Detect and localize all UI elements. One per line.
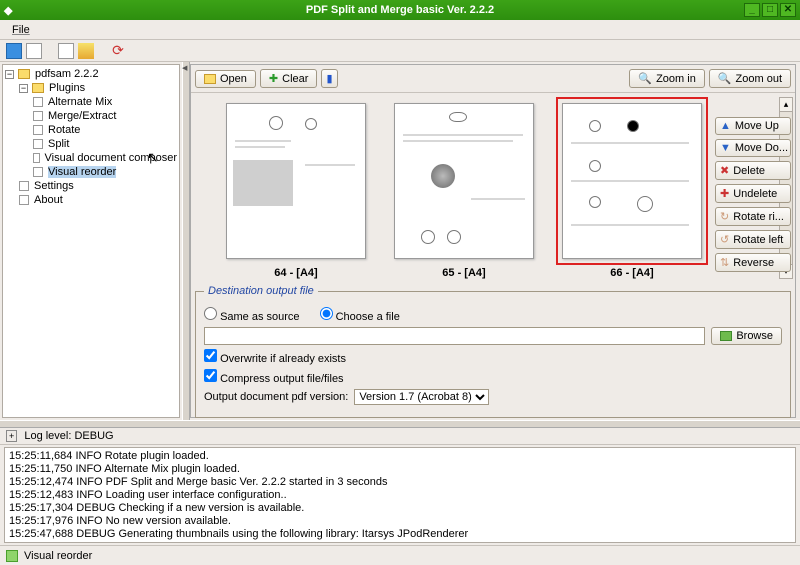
page-icon — [33, 111, 43, 121]
destination-legend: Destination output file — [204, 285, 318, 297]
statusbar: Visual reorder — [0, 545, 800, 565]
zoom-out-button[interactable]: 🔍Zoom out — [709, 69, 791, 88]
folder-icon — [32, 83, 44, 93]
zoom-in-icon: 🔍 — [638, 72, 652, 85]
tree-root[interactable]: −pdfsam 2.2.2 — [5, 67, 177, 81]
log-line: 15:25:17,304 DEBUG Checking if a new ver… — [9, 502, 791, 515]
reorder-actions: ▲Move Up ▼Move Do... ✖Delete ✚Undelete ↻… — [715, 117, 791, 272]
close-button[interactable]: ✕ — [780, 3, 796, 17]
log-level-bar: + Log level: DEBUG — [0, 428, 800, 445]
thumb-label: 66 - [A4] — [610, 267, 653, 279]
tree-root-label: pdfsam 2.2.2 — [35, 68, 99, 80]
zoom-out-icon: 🔍 — [718, 72, 732, 85]
page-icon — [19, 195, 29, 205]
folder-icon — [720, 331, 732, 341]
delete-button[interactable]: ✖Delete — [715, 161, 791, 180]
pdf-version-label: Output document pdf version: — [204, 391, 348, 403]
folder-open-icon — [204, 74, 216, 84]
status-text: Visual reorder — [24, 550, 92, 562]
log-line: 15:25:11,750 INFO Alternate Mix plugin l… — [9, 463, 791, 476]
scroll-up-icon[interactable]: ▴ — [780, 98, 792, 112]
log-level-label: Log level: DEBUG — [24, 430, 113, 442]
tree-item-split[interactable]: Split — [5, 137, 177, 151]
move-up-button[interactable]: ▲Move Up — [715, 117, 791, 135]
tree-about[interactable]: About — [5, 193, 177, 207]
expand-icon[interactable]: + — [6, 430, 17, 442]
tree-item-visual-composer[interactable]: Visual document composer — [5, 151, 177, 165]
thumb-label: 65 - [A4] — [442, 267, 485, 279]
delete-icon: ✖ — [720, 164, 729, 177]
undelete-icon: ✚ — [720, 187, 729, 200]
rotate-right-icon: ↻ — [720, 210, 729, 223]
choose-file-radio[interactable]: Choose a file — [320, 307, 400, 323]
thumb-64[interactable]: 64 - [A4] — [219, 103, 373, 279]
tree-item-merge-extract[interactable]: Merge/Extract — [5, 109, 177, 123]
thumb-65[interactable]: 65 - [A4] — [387, 103, 541, 279]
page-icon — [33, 167, 43, 177]
pdf-version-select[interactable]: Version 1.7 (Acrobat 8) — [354, 389, 489, 405]
tree-item-alternate-mix[interactable]: Alternate Mix — [5, 95, 177, 109]
page-icon — [33, 97, 43, 107]
tree-settings[interactable]: Settings — [5, 179, 177, 193]
page-icon — [33, 139, 43, 149]
exit-icon[interactable]: ⟳ — [110, 43, 126, 59]
rotate-left-icon: ↺ — [720, 233, 729, 246]
log-line: 15:26:22,208 DEBUG Thumbnails generated … — [9, 541, 791, 543]
page-icon — [33, 125, 43, 135]
arrow-up-icon: ▲ — [720, 120, 731, 132]
tree-item-visual-reorder[interactable]: Visual reorder — [5, 165, 177, 179]
viewer-button[interactable]: ▮ — [321, 69, 337, 88]
page-icon — [33, 153, 40, 163]
rotate-right-button[interactable]: ↻Rotate ri... — [715, 207, 791, 226]
log-line: 15:25:12,483 INFO Loading user interface… — [9, 489, 791, 502]
titlebar: ◆ PDF Split and Merge basic Ver. 2.2.2 _… — [0, 0, 800, 20]
tree-item-rotate[interactable]: Rotate — [5, 123, 177, 137]
reverse-icon: ⇅ — [720, 256, 729, 269]
toolbar: ⟳ — [0, 40, 800, 62]
thumb-toolbar: Open ✚Clear ▮ 🔍Zoom in 🔍Zoom out — [191, 65, 795, 93]
arrow-down-icon: ▼ — [720, 142, 731, 154]
save-icon[interactable] — [6, 43, 22, 59]
minimize-button[interactable]: _ — [744, 3, 760, 17]
destination-path-input[interactable] — [204, 327, 705, 345]
log-line: 15:25:12,474 INFO PDF Split and Merge ba… — [9, 476, 791, 489]
status-icon — [6, 550, 18, 562]
clear-icon[interactable] — [78, 43, 94, 59]
page-icon — [19, 181, 29, 191]
book-icon: ▮ — [326, 72, 332, 85]
horizontal-splitter[interactable] — [0, 420, 800, 428]
log-line: 15:25:47,688 DEBUG Generating thumbnails… — [9, 528, 791, 541]
log-line: 15:25:11,684 INFO Rotate plugin loaded. — [9, 450, 791, 463]
thumb-label: 64 - [A4] — [274, 267, 317, 279]
maximize-button[interactable]: □ — [762, 3, 778, 17]
doc-icon[interactable] — [58, 43, 74, 59]
rotate-left-button[interactable]: ↺Rotate left — [715, 230, 791, 249]
save-log-icon[interactable] — [26, 43, 42, 59]
clear-button[interactable]: ✚Clear — [260, 69, 318, 88]
move-down-button[interactable]: ▼Move Do... — [715, 139, 791, 157]
reverse-button[interactable]: ⇅Reverse — [715, 253, 791, 272]
tree-plugins-label: Plugins — [49, 82, 85, 94]
same-source-radio[interactable]: Same as source — [204, 307, 300, 323]
compress-checkbox[interactable]: Compress output file/files — [204, 369, 344, 385]
tree-plugins[interactable]: −Plugins — [5, 81, 177, 95]
zoom-in-button[interactable]: 🔍Zoom in — [629, 69, 704, 88]
undelete-button[interactable]: ✚Undelete — [715, 184, 791, 203]
vertical-splitter[interactable] — [182, 62, 190, 420]
open-button[interactable]: Open — [195, 70, 256, 88]
sidebar-tree[interactable]: −pdfsam 2.2.2 −Plugins Alternate Mix Mer… — [2, 64, 180, 418]
app-icon: ◆ — [4, 4, 12, 17]
menu-file[interactable]: File — [6, 22, 36, 38]
broom-icon: ✚ — [269, 72, 278, 85]
folder-icon — [18, 69, 30, 79]
thumbnail-strip: 64 - [A4] 65 - [A4] — [191, 93, 795, 283]
thumb-66[interactable]: 66 - [A4] — [555, 103, 709, 279]
log-view[interactable]: 15:25:11,684 INFO Rotate plugin loaded. … — [4, 447, 796, 543]
destination-group: Destination output file Same as source C… — [195, 285, 791, 418]
overwrite-checkbox[interactable]: Overwrite if already exists — [204, 349, 346, 365]
log-line: 15:25:17,976 INFO No new version availab… — [9, 515, 791, 528]
browse-button[interactable]: Browse — [711, 327, 782, 345]
window-title: PDF Split and Merge basic Ver. 2.2.2 — [306, 4, 494, 16]
menubar: File — [0, 20, 800, 40]
